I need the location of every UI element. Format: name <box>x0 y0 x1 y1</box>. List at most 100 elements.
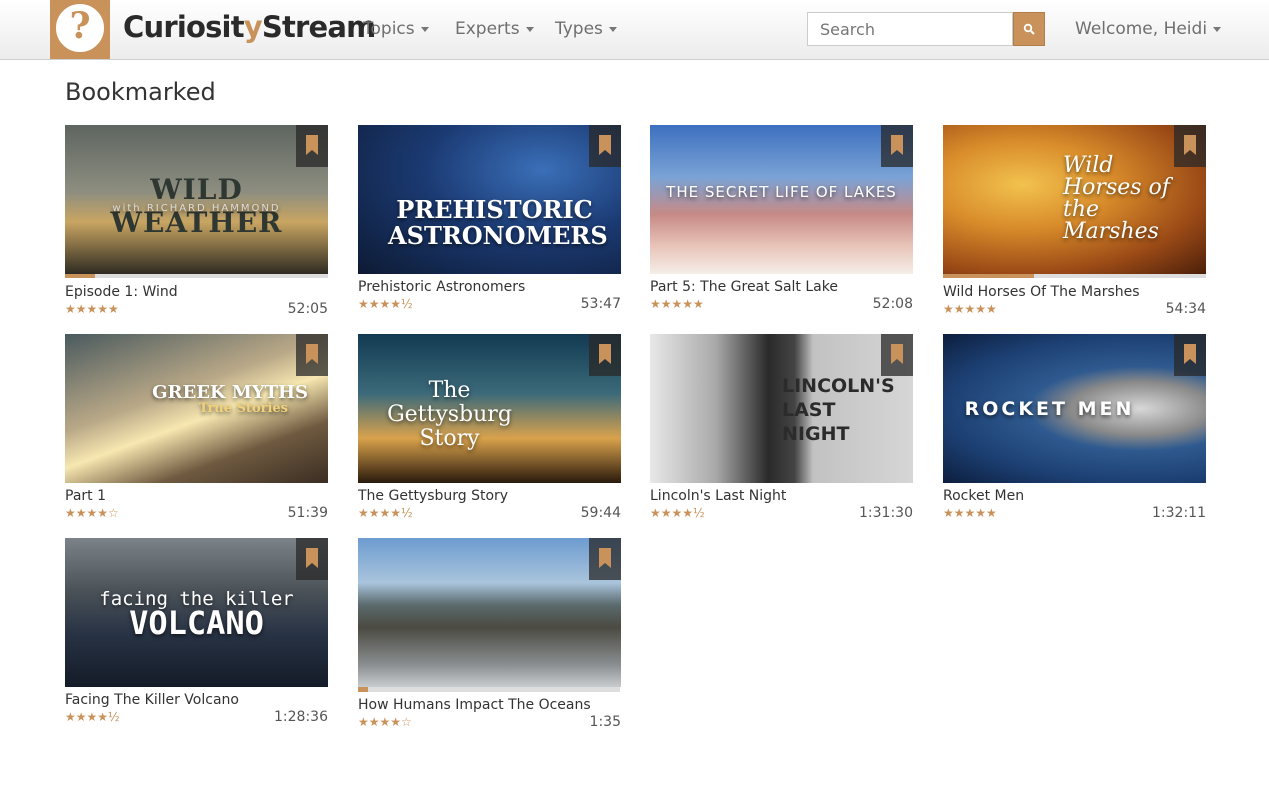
page-title: Bookmarked <box>65 78 216 106</box>
bookmark-icon <box>891 344 903 364</box>
video-thumbnail[interactable]: facing the killer VOLCANO <box>65 538 328 687</box>
brand-name[interactable]: CuriosityStream <box>123 10 376 44</box>
video-duration: 53:47 <box>580 296 621 312</box>
video-title[interactable]: Facing The Killer Volcano <box>65 692 239 708</box>
video-thumbnail[interactable]: LINCOLN'S LAST NIGHT <box>650 334 913 483</box>
thumbnail-title: GREEK MYTHS <box>152 382 308 403</box>
video-duration: 1:28:36 <box>274 709 328 725</box>
bookmark-icon <box>1184 135 1196 155</box>
bookmark-icon <box>306 548 318 568</box>
video-thumbnail[interactable]: Wild Horses of the Marshes <box>943 125 1206 274</box>
star-rating: ★★★★★ <box>943 302 997 316</box>
bookmark-icon <box>891 135 903 155</box>
video-thumbnail[interactable]: THE SECRET LIFE OF LAKES <box>650 125 913 274</box>
video-duration: 51:39 <box>287 505 328 521</box>
video-card[interactable]: facing the killer VOLCANO Facing The Kil… <box>65 538 328 725</box>
star-rating: ★★★★☆ <box>358 715 412 729</box>
user-menu-dropdown[interactable]: Welcome, Heidi <box>1075 19 1222 39</box>
video-card[interactable]: PREHISTORIC ASTRONOMERS Prehistoric Astr… <box>358 125 621 312</box>
navbar: ? CuriosityStream Topics Experts Types W… <box>0 0 1269 60</box>
video-title[interactable]: The Gettysburg Story <box>358 488 508 504</box>
thumbnail-subtitle: with RICHARD HAMMOND <box>112 203 281 214</box>
bookmark-button[interactable] <box>1174 334 1206 376</box>
search-button[interactable] <box>1013 12 1045 46</box>
video-card[interactable]: Wild Horses of the Marshes Wild Horses O… <box>943 125 1206 317</box>
bookmark-button[interactable] <box>296 538 328 580</box>
search-input[interactable] <box>807 12 1013 46</box>
video-thumbnail[interactable]: PREHISTORIC ASTRONOMERS <box>358 125 621 274</box>
progress-track <box>358 687 620 692</box>
star-rating: ★★★★☆ <box>65 506 119 520</box>
brand-name-part1: Curiosit <box>123 10 245 44</box>
nav-topics-label: Topics <box>363 19 415 39</box>
progress-track <box>65 274 328 278</box>
thumbnail-title: THE SECRET LIFE OF LAKES <box>666 183 897 201</box>
bookmark-button[interactable] <box>589 125 621 167</box>
logo-icon[interactable]: ? <box>50 0 110 59</box>
nav-types-dropdown[interactable]: Types <box>555 19 617 39</box>
bookmark-button[interactable] <box>881 334 913 376</box>
video-thumbnail[interactable]: ROCKET MEN <box>943 334 1206 483</box>
nav-topics-dropdown[interactable]: Topics <box>363 19 429 39</box>
thumbnail-title: PREHISTORIC ASTRONOMERS <box>388 195 608 250</box>
search-icon <box>1023 23 1035 35</box>
video-duration: 1:35 <box>589 714 621 730</box>
video-duration: 52:05 <box>287 301 328 317</box>
thumbnail-title: The Gettysburg Story <box>387 378 512 451</box>
star-rating: ★★★★½ <box>358 297 413 311</box>
video-card[interactable]: ROCKET MEN Rocket Men ★★★★★ 1:32:11 <box>943 334 1206 521</box>
nav-experts-label: Experts <box>455 19 520 39</box>
video-card[interactable]: GREEK MYTHS True Stories Part 1 ★★★★☆ 51… <box>65 334 328 521</box>
thumbnail-title: LINCOLN'S LAST NIGHT <box>782 375 895 445</box>
thumbnail-subtitle: VOLCANO <box>129 604 264 642</box>
star-rating: ★★★★★ <box>65 302 119 316</box>
bookmark-button[interactable] <box>589 334 621 376</box>
chevron-down-icon <box>1213 26 1222 32</box>
bookmark-button[interactable] <box>296 125 328 167</box>
video-title[interactable]: Wild Horses Of The Marshes <box>943 284 1140 300</box>
brand-name-y: y <box>243 10 263 44</box>
progress-bar <box>358 687 368 692</box>
video-thumbnail[interactable]: GREEK MYTHS True Stories <box>65 334 328 483</box>
video-duration: 1:31:30 <box>859 505 913 521</box>
welcome-label: Welcome, Heidi <box>1075 19 1208 39</box>
logo-glyph: ? <box>69 5 91 47</box>
nav-types-label: Types <box>555 19 603 39</box>
thumbnail-subtitle: True Stories <box>198 401 288 416</box>
chevron-down-icon <box>525 26 534 32</box>
progress-bar <box>65 274 95 278</box>
video-title[interactable]: Lincoln's Last Night <box>650 488 786 504</box>
video-title[interactable]: Prehistoric Astronomers <box>358 279 525 295</box>
video-thumbnail[interactable] <box>358 538 621 687</box>
video-duration: 54:34 <box>1165 301 1206 317</box>
video-title[interactable]: How Humans Impact The Oceans <box>358 697 591 713</box>
video-title[interactable]: Part 1 <box>65 488 106 504</box>
video-card[interactable]: How Humans Impact The Oceans ★★★★☆ 1:35 <box>358 538 621 730</box>
bookmark-icon <box>306 135 318 155</box>
video-card[interactable]: LINCOLN'S LAST NIGHT Lincoln's Last Nigh… <box>650 334 913 521</box>
video-card[interactable]: THE SECRET LIFE OF LAKES Part 5: The Gre… <box>650 125 913 312</box>
video-title[interactable]: Rocket Men <box>943 488 1024 504</box>
bookmark-icon <box>599 135 611 155</box>
chevron-down-icon <box>420 26 429 32</box>
bookmark-icon <box>599 344 611 364</box>
video-thumbnail[interactable]: WILD WEATHER with RICHARD HAMMOND <box>65 125 328 274</box>
progress-bar <box>943 274 1034 278</box>
bookmark-button[interactable] <box>881 125 913 167</box>
bookmark-icon <box>306 344 318 364</box>
bookmark-button[interactable] <box>589 538 621 580</box>
bookmark-icon <box>1184 344 1196 364</box>
video-card[interactable]: WILD WEATHER with RICHARD HAMMOND Episod… <box>65 125 328 317</box>
nav-experts-dropdown[interactable]: Experts <box>455 19 534 39</box>
video-duration: 52:08 <box>872 296 913 312</box>
video-title[interactable]: Part 5: The Great Salt Lake <box>650 279 838 295</box>
bookmark-button[interactable] <box>1174 125 1206 167</box>
bookmark-button[interactable] <box>296 334 328 376</box>
star-rating: ★★★★★ <box>943 506 997 520</box>
thumbnail-title: Wild Horses of the Marshes <box>1063 153 1170 244</box>
star-rating: ★★★★½ <box>65 710 120 724</box>
video-card[interactable]: The Gettysburg Story The Gettysburg Stor… <box>358 334 621 521</box>
video-title[interactable]: Episode 1: Wind <box>65 284 178 300</box>
video-thumbnail[interactable]: The Gettysburg Story <box>358 334 621 483</box>
brand-name-part2: Stream <box>261 10 377 44</box>
